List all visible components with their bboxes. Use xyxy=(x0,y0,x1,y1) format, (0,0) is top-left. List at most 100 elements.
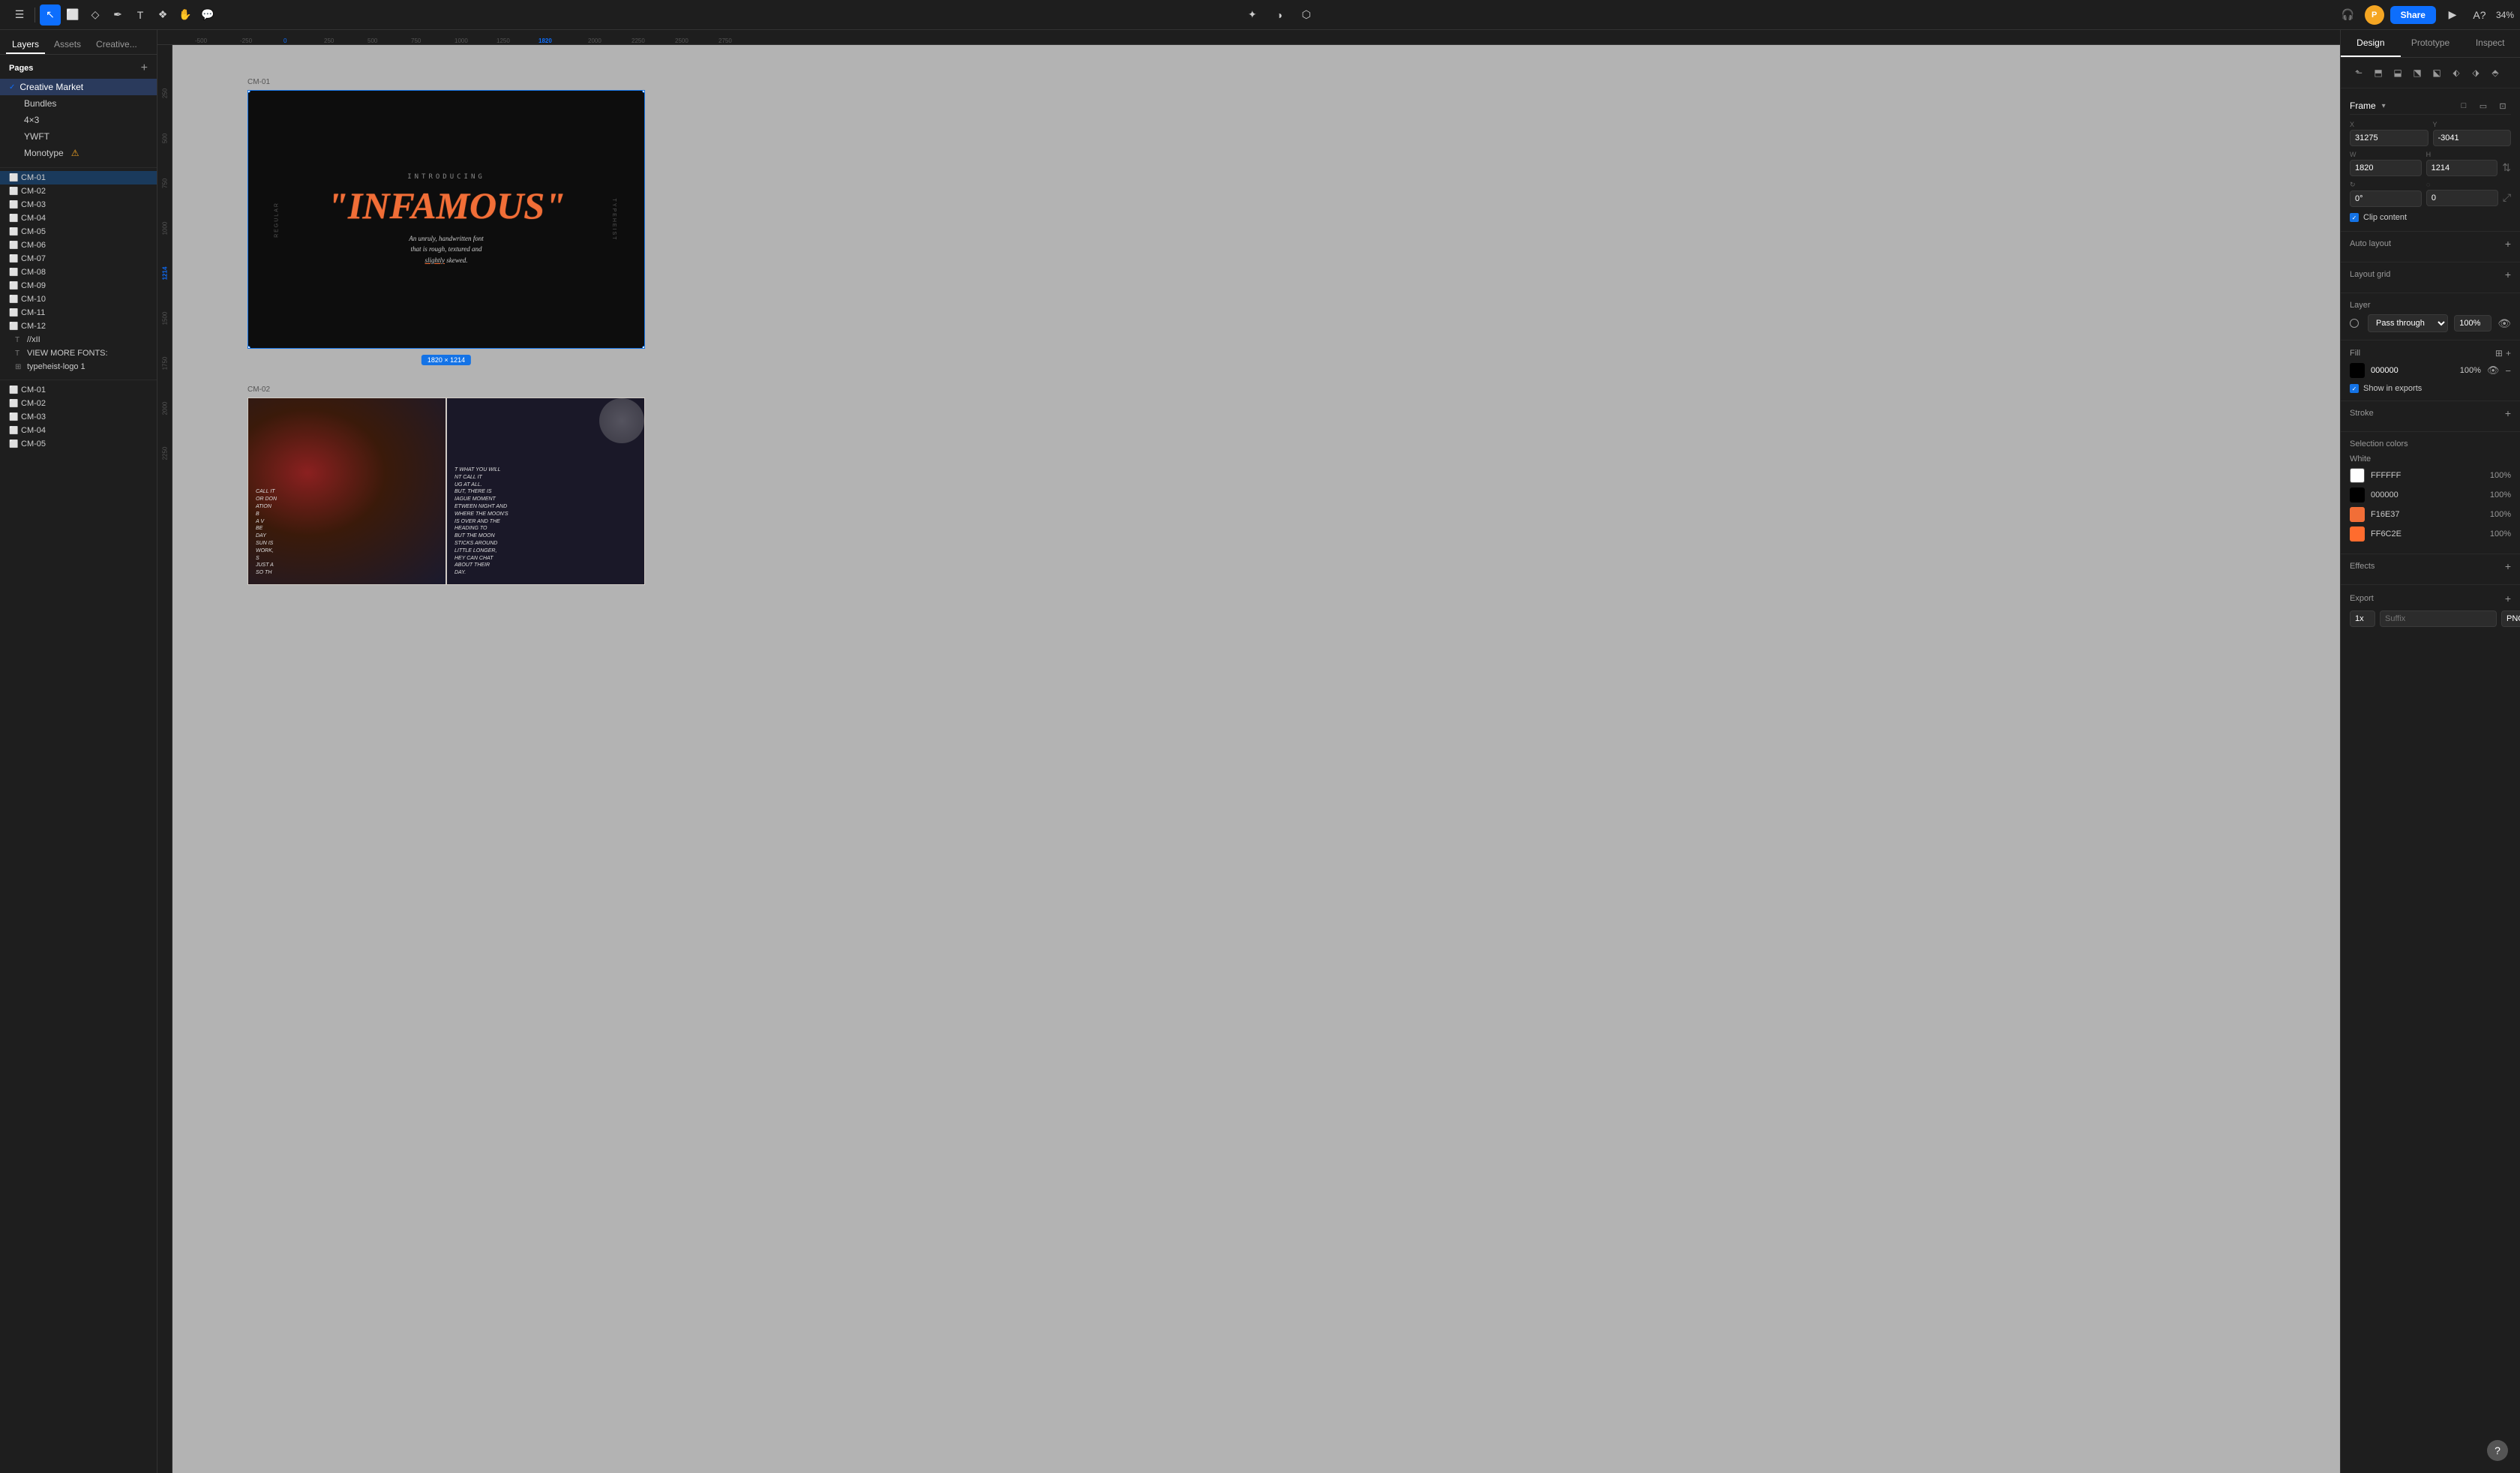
layer-item-cm08[interactable]: ⬜ CM-08 xyxy=(0,266,157,279)
move-tool-button[interactable]: ↖ xyxy=(40,4,61,26)
pen-tool-button[interactable]: ✒ xyxy=(107,4,128,26)
frame-cm01-content[interactable]: REGULAR INTRODUCING "INFAMOUS" An unruly… xyxy=(248,90,645,349)
layer-item-cm12[interactable]: ⬜ CM-12 xyxy=(0,320,157,333)
tab-assets[interactable]: Assets xyxy=(48,36,87,54)
layout-grid-add[interactable]: + xyxy=(2505,268,2511,280)
frame-cm02-wrapper[interactable]: CM-02 CALL ITOR DONATIONBA VBEDAYSUN ISW… xyxy=(248,398,645,585)
zoom-display[interactable]: 34% xyxy=(2496,10,2514,20)
distribute-h-button[interactable]: ⬗ xyxy=(2467,64,2485,82)
help-button[interactable]: ? xyxy=(2487,1440,2508,1461)
sel-swatch-ffffff[interactable] xyxy=(2350,468,2365,483)
fill-color-swatch[interactable] xyxy=(2350,363,2365,378)
constraint-lock[interactable]: ⇅ xyxy=(2502,158,2511,176)
frame-cm01-wrapper[interactable]: CM-01 REGULAR xyxy=(248,90,645,349)
sel-swatch-000000[interactable] xyxy=(2350,488,2365,502)
add-page-button[interactable]: + xyxy=(141,62,148,74)
distribute-v-button[interactable]: ⬘ xyxy=(2486,64,2504,82)
sel-hex-ff6c2e[interactable]: FF6C2E xyxy=(2371,530,2484,538)
fill-add-button[interactable]: + xyxy=(2506,348,2511,358)
layer-item-cm03[interactable]: ⬜ CM-03 xyxy=(0,198,157,212)
align-top-button[interactable]: ⬔ xyxy=(2408,64,2426,82)
align-bottom-button[interactable]: ⬖ xyxy=(2447,64,2465,82)
layer-item-cm11[interactable]: ⬜ CM-11 xyxy=(0,306,157,320)
page-item-monotype[interactable]: Monotype ⚠ xyxy=(0,145,157,161)
layer-item-cm06[interactable]: ⬜ CM-06 xyxy=(0,238,157,252)
plugins-button[interactable]: ✦ xyxy=(1242,4,1263,26)
export-scale-input[interactable] xyxy=(2350,610,2375,627)
fill-opacity-value[interactable]: 100% xyxy=(2454,366,2481,375)
tab-creative[interactable]: Creative... xyxy=(90,36,143,54)
export-suffix-input[interactable] xyxy=(2380,610,2497,627)
layer-item-view-more[interactable]: T VIEW MORE FONTS: xyxy=(0,346,157,360)
layer-item-iixii[interactable]: T //xII xyxy=(0,333,157,346)
tab-layers[interactable]: Layers xyxy=(6,36,45,54)
fill-grid-icon[interactable]: ⊞ xyxy=(2495,348,2503,358)
visibility-toggle[interactable]: 👁 xyxy=(2498,317,2511,330)
frame-resize-icon[interactable]: ⊡ xyxy=(2494,98,2511,114)
canvas[interactable]: CM-01 REGULAR xyxy=(172,45,2340,1473)
export-add-button[interactable]: + xyxy=(2505,592,2511,604)
page-item-4x3[interactable]: 4×3 xyxy=(0,112,157,128)
auto-layout-add[interactable]: + xyxy=(2505,238,2511,250)
blend-mode-select[interactable]: Pass through xyxy=(2368,314,2448,332)
page-item-bundles[interactable]: Bundles xyxy=(0,95,157,112)
layer-item-cm04[interactable]: ⬜ CM-04 xyxy=(0,212,157,225)
play-button[interactable]: ▶ xyxy=(2442,4,2463,26)
align-right-button[interactable]: ⬓ xyxy=(2389,64,2407,82)
sel-swatch-ff6c2e[interactable] xyxy=(2350,526,2365,542)
fill-visibility-toggle[interactable]: 👁 xyxy=(2487,364,2500,376)
corner-input[interactable] xyxy=(2426,190,2498,206)
rotation-input[interactable] xyxy=(2350,190,2422,207)
sel-hex-f16e37[interactable]: F16E37 xyxy=(2371,510,2484,519)
tab-inspect[interactable]: Inspect xyxy=(2460,30,2520,57)
frame-dropdown-icon[interactable]: ▾ xyxy=(2382,102,2386,110)
layer-item-cm01[interactable]: ⬜ CM-01 xyxy=(0,171,157,184)
frame-desktop-icon[interactable]: ▭ xyxy=(2475,98,2492,114)
sel-hex-000000[interactable]: 000000 xyxy=(2371,490,2484,500)
layer-item-cm02-2[interactable]: ⬜ CM-02 xyxy=(0,397,157,410)
lock-icon[interactable]: ⇅ xyxy=(2502,161,2511,174)
layer-item-cm09[interactable]: ⬜ CM-09 xyxy=(0,279,157,292)
opacity-input[interactable] xyxy=(2454,315,2492,332)
layer-item-cm03-2[interactable]: ⬜ CM-03 xyxy=(0,410,157,424)
layer-item-typeheist-logo[interactable]: ⊞ typeheist-logo 1 xyxy=(0,360,157,374)
layer-item-cm02[interactable]: ⬜ CM-02 xyxy=(0,184,157,198)
frame-tool-button[interactable]: ⬜ xyxy=(62,4,83,26)
tab-prototype[interactable]: Prototype xyxy=(2401,30,2461,57)
layer-item-cm04-2[interactable]: ⬜ CM-04 xyxy=(0,424,157,437)
headphones-button[interactable]: 🎧 xyxy=(2338,4,2359,26)
library-button[interactable]: ⬡ xyxy=(1296,4,1317,26)
layer-item-cm05-2[interactable]: ⬜ CM-05 xyxy=(0,437,157,451)
shape-tool-button[interactable]: ◇ xyxy=(85,4,106,26)
component-tool-button[interactable]: ❖ xyxy=(152,4,173,26)
export-format-input[interactable] xyxy=(2501,610,2520,627)
menu-button[interactable]: ☰ xyxy=(9,4,30,26)
layer-item-cm10[interactable]: ⬜ CM-10 xyxy=(0,292,157,306)
show-in-exports-checkbox[interactable]: ✓ xyxy=(2350,384,2359,393)
fill-remove-button[interactable]: − xyxy=(2505,365,2511,376)
clip-content-checkbox[interactable]: ✓ xyxy=(2350,213,2359,222)
layer-item-cm05[interactable]: ⬜ CM-05 xyxy=(0,225,157,238)
y-input[interactable] xyxy=(2433,130,2512,146)
hand-tool-button[interactable]: ✋ xyxy=(175,4,196,26)
comment-tool-button[interactable]: 💬 xyxy=(197,4,218,26)
settings-button[interactable]: A? xyxy=(2469,4,2490,26)
share-button[interactable]: Share xyxy=(2390,6,2436,24)
stroke-add-button[interactable]: + xyxy=(2505,407,2511,419)
sel-swatch-f16e37[interactable] xyxy=(2350,507,2365,522)
page-item-ywft[interactable]: YWFT xyxy=(0,128,157,145)
fill-hex-value[interactable]: 000000 xyxy=(2371,366,2448,375)
align-center-h-button[interactable]: ⬒ xyxy=(2369,64,2387,82)
page-item-creative-market[interactable]: ✓ Creative Market xyxy=(0,79,157,95)
align-center-v-button[interactable]: ⬕ xyxy=(2428,64,2446,82)
tab-design[interactable]: Design xyxy=(2341,30,2401,57)
effects-add-button[interactable]: + xyxy=(2505,560,2511,572)
h-input[interactable] xyxy=(2426,160,2498,176)
align-left-button[interactable]: ⬑ xyxy=(2350,64,2368,82)
theme-button[interactable]: ◑ xyxy=(1269,4,1290,26)
frame-cm02-content[interactable]: CALL ITOR DONATIONBA VBEDAYSUN ISWORK,SJ… xyxy=(248,398,645,585)
layer-item-cm07[interactable]: ⬜ CM-07 xyxy=(0,252,157,266)
text-tool-button[interactable]: T xyxy=(130,4,151,26)
w-input[interactable] xyxy=(2350,160,2422,176)
sel-hex-ffffff[interactable]: FFFFFF xyxy=(2371,471,2484,480)
